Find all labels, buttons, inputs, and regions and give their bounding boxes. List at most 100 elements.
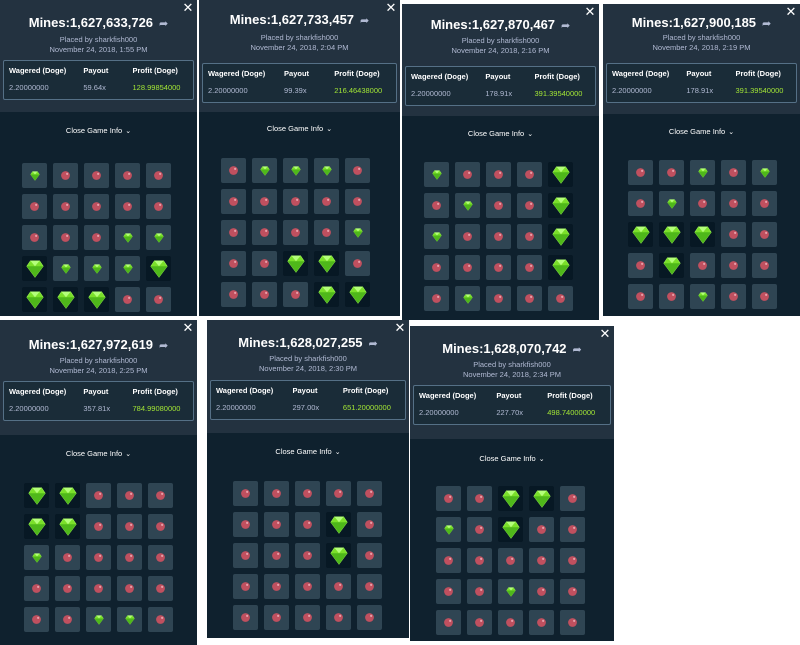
game-card: Mines:1,627,900,185 ➦ ✕ Placed by sharkfish…: [603, 4, 800, 316]
mine-tile: [455, 255, 480, 280]
gem-tile: [252, 158, 277, 183]
mine-tile: [326, 574, 351, 599]
game-title-text: Mines:1,628,027,255: [238, 335, 363, 350]
gem-icon: [26, 485, 48, 507]
close-game-info-button[interactable]: Close Game Info ⌄: [603, 127, 800, 136]
mine-tile: [264, 574, 289, 599]
mine-icon: [567, 524, 578, 535]
mine-tile: [659, 284, 684, 309]
mine-icon: [124, 521, 135, 532]
close-icon[interactable]: ✕: [584, 4, 596, 20]
stat-profit: Profit (Doge) 784.99080000: [133, 387, 181, 413]
mine-icon: [352, 196, 363, 207]
gem-icon: [550, 164, 572, 186]
mine-icon: [728, 291, 739, 302]
revealed-gem-tile: [24, 514, 49, 539]
mine-icon: [271, 612, 282, 623]
share-arrow-icon[interactable]: ➦: [762, 17, 771, 30]
gem-icon: [57, 516, 79, 538]
close-icon[interactable]: ✕: [599, 326, 611, 342]
revealed-gem-tile: [84, 287, 109, 312]
share-arrow-icon[interactable]: ➦: [369, 337, 378, 350]
gem-icon: [328, 514, 350, 536]
gem-tile: [146, 225, 171, 250]
close-icon[interactable]: ✕: [785, 4, 797, 20]
close-icon[interactable]: ✕: [385, 0, 397, 16]
gem-tile: [86, 607, 111, 632]
revealed-gem-tile: [548, 255, 573, 280]
gem-icon: [505, 586, 517, 598]
mine-tile: [115, 163, 140, 188]
close-icon[interactable]: ✕: [182, 320, 194, 336]
share-arrow-icon[interactable]: ➦: [573, 343, 582, 356]
mine-icon: [91, 232, 102, 243]
mine-icon: [333, 581, 344, 592]
mine-icon: [759, 260, 770, 271]
gem-icon: [285, 253, 307, 275]
mine-icon: [364, 581, 375, 592]
mine-icon: [431, 293, 442, 304]
gem-tile: [345, 220, 370, 245]
chevron-down-icon: ⌄: [334, 449, 341, 456]
close-game-info-button[interactable]: Close Game Info ⌄: [0, 449, 197, 458]
stat-profit: Profit (Doge) 498.74000000: [547, 391, 595, 417]
mine-tile: [295, 481, 320, 506]
mine-icon: [728, 260, 739, 271]
mine-icon: [697, 198, 708, 209]
revealed-gem-tile: [548, 162, 573, 187]
mine-icon: [431, 262, 442, 273]
mine-tile: [314, 220, 339, 245]
share-arrow-icon[interactable]: ➦: [561, 19, 570, 32]
mine-icon: [321, 196, 332, 207]
game-title: Mines:1,628,027,255 ➦: [207, 335, 409, 350]
gem-tile: [84, 256, 109, 281]
close-game-info-button[interactable]: Close Game Info ⌄: [402, 129, 599, 138]
share-arrow-icon[interactable]: ➦: [360, 14, 369, 27]
mine-tile: [233, 481, 258, 506]
game-title: Mines:1,628,070,742 ➦: [410, 341, 614, 356]
mine-icon: [493, 200, 504, 211]
mine-tile: [283, 282, 308, 307]
mine-tile: [560, 486, 585, 511]
revealed-gem-tile: [326, 543, 351, 568]
mine-tile: [721, 191, 746, 216]
gem-icon: [321, 165, 333, 177]
payout-value: 178.91x: [686, 86, 714, 95]
close-icon[interactable]: ✕: [182, 0, 194, 16]
close-game-info-button[interactable]: Close Game Info ⌄: [0, 126, 197, 135]
profit-value: 391.39540000: [735, 86, 784, 95]
mine-tile: [357, 543, 382, 568]
mine-tile: [252, 220, 277, 245]
close-game-info-label: Close Game Info: [275, 447, 332, 456]
gem-icon: [431, 169, 443, 181]
mine-tile: [221, 251, 246, 276]
mine-icon: [124, 552, 135, 563]
gem-icon: [24, 289, 46, 311]
close-game-info-button[interactable]: Close Game Info ⌄: [199, 124, 400, 133]
revealed-gem-tile: [22, 256, 47, 281]
mine-tile: [529, 579, 554, 604]
mine-icon: [462, 231, 473, 242]
mine-icon: [302, 550, 313, 561]
mine-tile: [86, 545, 111, 570]
close-game-info-button[interactable]: Close Game Info ⌄: [410, 454, 614, 463]
mine-tile: [628, 253, 653, 278]
profit-value: 391.39540000: [534, 89, 583, 98]
revealed-gem-tile: [326, 512, 351, 537]
gem-icon: [462, 200, 474, 212]
gem-icon: [666, 198, 678, 210]
payout-label: Payout: [284, 69, 310, 78]
close-game-info-button[interactable]: Close Game Info ⌄: [207, 447, 409, 456]
payout-value: 59.64x: [83, 83, 106, 92]
payout-label: Payout: [292, 386, 318, 395]
mine-icon: [364, 612, 375, 623]
mine-icon: [462, 169, 473, 180]
revealed-gem-tile: [146, 256, 171, 281]
mine-icon: [153, 201, 164, 212]
mine-tile: [628, 191, 653, 216]
mine-tile: [752, 222, 777, 247]
share-arrow-icon[interactable]: ➦: [159, 17, 168, 30]
share-arrow-icon[interactable]: ➦: [159, 339, 168, 352]
chevron-down-icon: ⌄: [125, 451, 132, 458]
close-icon[interactable]: ✕: [394, 320, 406, 336]
